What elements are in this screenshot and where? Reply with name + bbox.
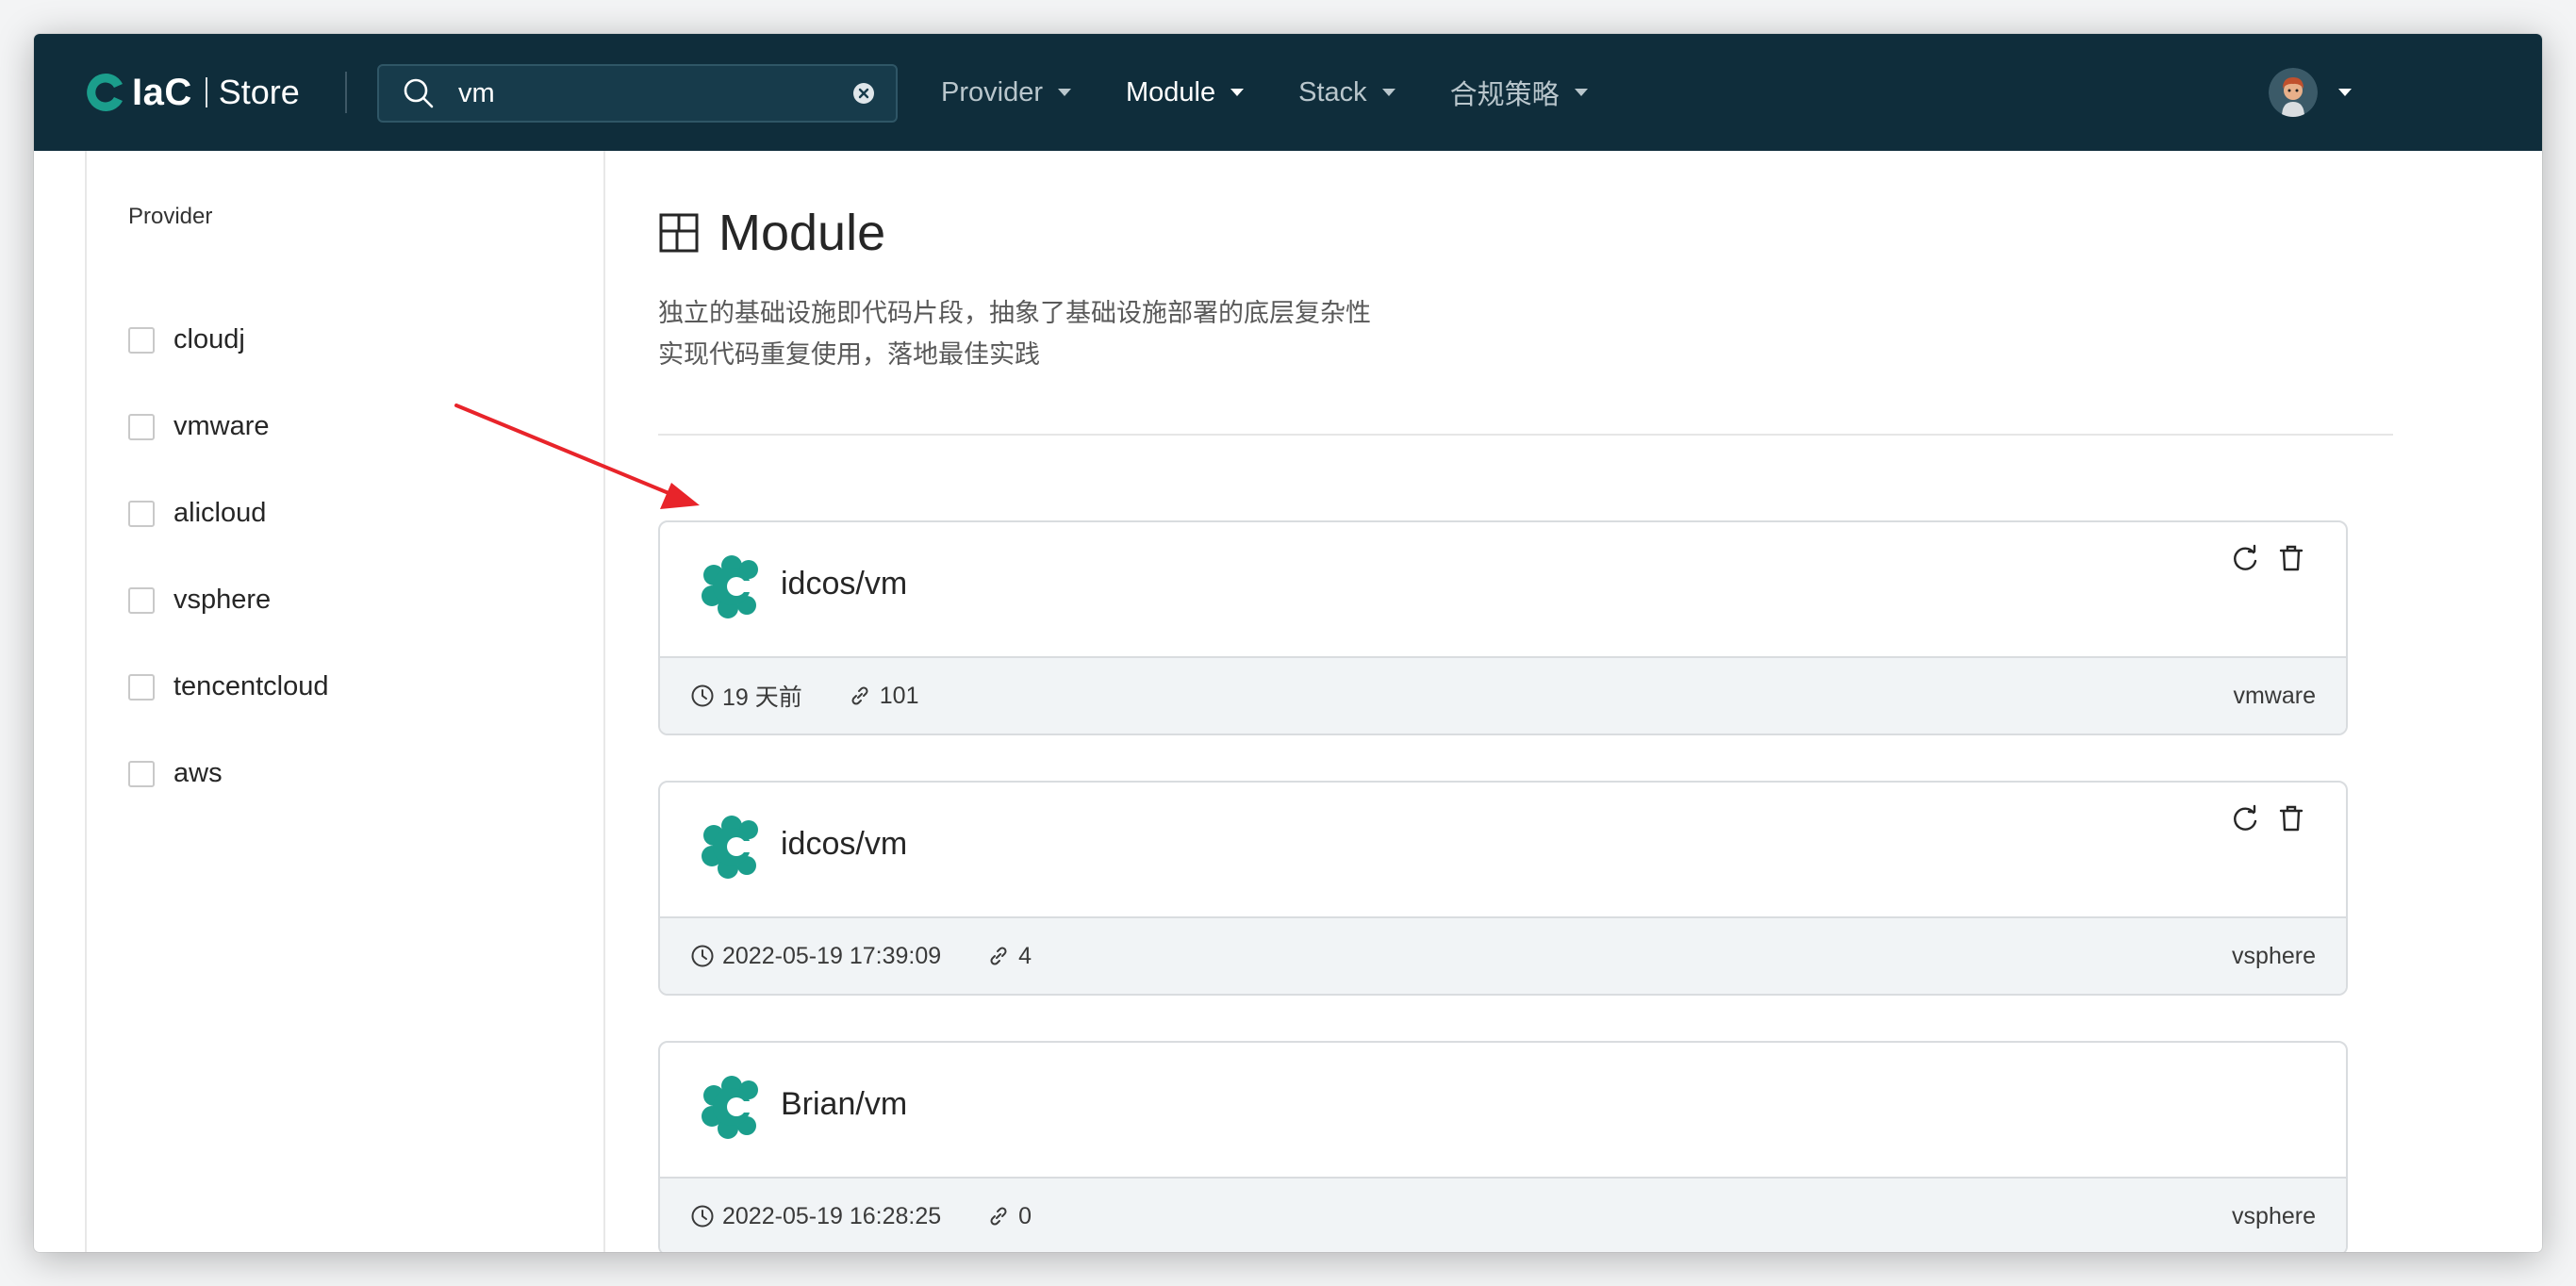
reference-count: 4 [986, 943, 1032, 970]
clock-icon [691, 1205, 714, 1228]
module-name[interactable]: idcos/vm [781, 826, 907, 863]
checkbox[interactable] [128, 760, 155, 787]
checkbox[interactable] [128, 586, 155, 614]
module-name[interactable]: Brian/vm [781, 1086, 907, 1123]
main-content: Module 独立的基础设施即代码片段，抽象了基础设施部署的底层复杂性 实现代码… [605, 151, 2542, 1252]
nav-stack[interactable]: Stack [1298, 77, 1395, 108]
trash-icon[interactable] [2276, 543, 2306, 573]
card-footer: 2022-05-19 17:39:09 4 vsphere [660, 916, 2346, 994]
filter-item-tencentcloud[interactable]: tencentcloud [128, 671, 328, 702]
user-menu[interactable] [2269, 68, 2352, 117]
filter-item-alicloud[interactable]: alicloud [128, 498, 266, 529]
filter-label: vmware [173, 411, 270, 441]
logo-text: IaC [132, 71, 192, 113]
card-actions [2216, 543, 2306, 573]
main-nav: Provider Module Stack 合规策略 [941, 34, 1643, 151]
filter-label: tencentcloud [173, 671, 329, 701]
avatar [2269, 68, 2318, 117]
card-header: idcos/vm [660, 522, 2346, 660]
header-divider [345, 72, 347, 113]
module-logo-icon [702, 1076, 764, 1139]
nav-provider-label: Provider [941, 76, 1043, 107]
filter-item-cloudj[interactable]: cloudj [128, 324, 245, 355]
nav-module[interactable]: Module [1126, 76, 1245, 108]
chevron-down-icon [1230, 89, 1245, 96]
filter-label: aws [173, 758, 223, 788]
updated-time-text: 2022-05-19 17:39:09 [722, 942, 942, 969]
page-title: Module [718, 205, 886, 261]
link-icon [851, 686, 868, 705]
nav-compliance-policy[interactable]: 合规策略 [1450, 73, 1588, 112]
logo[interactable]: IaC Store [83, 70, 300, 115]
refresh-icon[interactable] [2231, 803, 2261, 833]
divider [658, 434, 2393, 436]
filter-label: vsphere [173, 585, 272, 615]
checkbox[interactable] [128, 500, 155, 527]
module-logo-icon [702, 816, 764, 879]
sidebar-title: Provider [128, 204, 213, 229]
module-logo-icon [702, 555, 764, 618]
card-actions [2216, 803, 2306, 833]
search-input[interactable]: vm [458, 78, 852, 109]
chevron-down-icon [2338, 89, 2352, 96]
filter-item-vsphere[interactable]: vsphere [128, 585, 271, 616]
updated-time-text: 19 天前 [722, 684, 802, 711]
nav-module-label: Module [1126, 76, 1216, 107]
checkbox[interactable] [128, 413, 155, 440]
reference-count: 0 [986, 1203, 1032, 1230]
nav-stack-label: Stack [1298, 76, 1367, 107]
chevron-down-icon [1058, 89, 1071, 96]
logo-separator [205, 77, 207, 107]
module-name[interactable]: idcos/vm [781, 566, 907, 602]
clock-icon [691, 945, 714, 967]
description-line: 独立的基础设施即代码片段，抽象了基础设施部署的底层复杂性 [658, 299, 1371, 327]
app-window: IaC Store vm Provider Module Stack 合规策略 … [34, 34, 2542, 1252]
provider-filter-sidebar: Provider cloudj vmware alicloud vsphere … [85, 151, 605, 1252]
clock-icon [691, 684, 714, 707]
nav-compliance-label: 合规策略 [1449, 80, 1560, 110]
description-line: 实现代码重复使用，落地最佳实践 [658, 340, 1040, 369]
page-description: 独立的基础设施即代码片段，抽象了基础设施部署的底层复杂性 实现代码重复使用，落地… [658, 292, 1371, 375]
module-card[interactable]: Brian/vm 2022-05-19 16:28:25 0 vsphere [658, 1041, 2348, 1252]
reference-count: 101 [848, 682, 919, 710]
reference-count-text: 101 [879, 682, 919, 709]
trash-icon[interactable] [2276, 803, 2306, 833]
updated-time-text: 2022-05-19 16:28:25 [722, 1202, 942, 1229]
page-header: Module [658, 204, 885, 262]
provider-tag: vsphere [2232, 1202, 2316, 1229]
card-header: Brian/vm [660, 1043, 2346, 1180]
link-icon [990, 1207, 1007, 1226]
search-box[interactable]: vm [377, 64, 898, 123]
link-icon [990, 947, 1007, 965]
card-footer: 19 天前 101 vmware [660, 656, 2346, 734]
chevron-down-icon [1381, 89, 1395, 96]
card-footer: 2022-05-19 16:28:25 0 vsphere [660, 1177, 2346, 1252]
module-card[interactable]: idcos/vm [658, 520, 2348, 735]
checkbox[interactable] [128, 673, 155, 701]
provider-tag: vsphere [2232, 942, 2316, 969]
updated-time: 2022-05-19 16:28:25 [690, 1203, 941, 1230]
refresh-icon[interactable] [2231, 543, 2261, 573]
filter-label: alicloud [173, 498, 267, 528]
search-icon [404, 78, 434, 108]
updated-time: 2022-05-19 17:39:09 [690, 943, 941, 970]
reference-count-text: 0 [1018, 1202, 1032, 1229]
logo-store-text: Store [218, 73, 300, 111]
updated-time: 19 天前 [690, 679, 802, 713]
logo-icon [87, 73, 123, 111]
nav-provider[interactable]: Provider [941, 77, 1071, 108]
chevron-down-icon [1574, 89, 1588, 96]
module-card[interactable]: idcos/vm [658, 781, 2348, 996]
checkbox[interactable] [128, 326, 155, 354]
provider-tag: vmware [2233, 682, 2316, 709]
clear-search-icon[interactable] [852, 82, 875, 105]
filter-label: cloudj [173, 324, 245, 354]
filter-item-aws[interactable]: aws [128, 758, 223, 789]
top-navbar: IaC Store vm Provider Module Stack 合规策略 [34, 34, 2542, 151]
reference-count-text: 4 [1018, 942, 1032, 969]
filter-item-vmware[interactable]: vmware [128, 411, 270, 442]
card-header: idcos/vm [660, 783, 2346, 920]
module-icon [659, 213, 699, 253]
